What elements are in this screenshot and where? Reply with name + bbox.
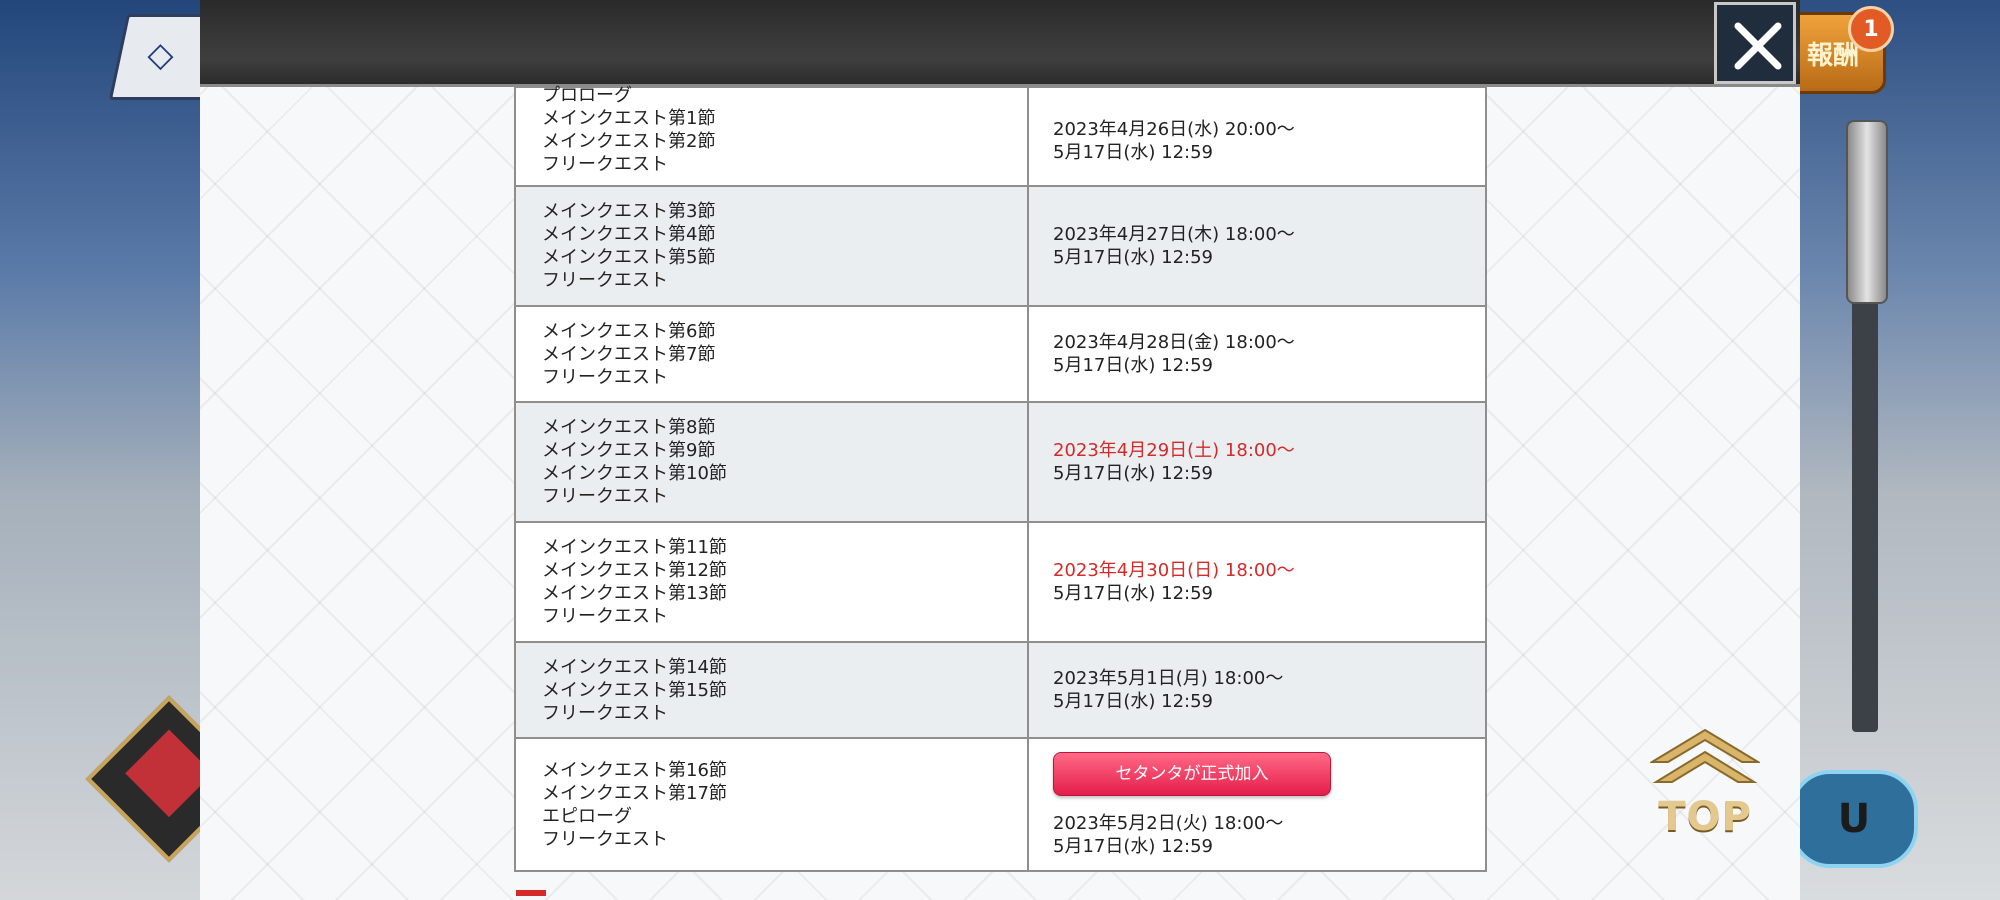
close-button[interactable] xyxy=(1714,2,1796,84)
quest-cell: メインクエスト第6節 メインクエスト第7節 フリークエスト xyxy=(514,305,1029,403)
quest-name: メインクエスト第13節 xyxy=(542,583,727,604)
close-date: 5月17日(水) 12:59 xyxy=(1053,355,1213,376)
schedule-table: プロローグ メインクエスト第1節 メインクエスト第2節 フリークエスト 2023… xyxy=(514,84,1487,872)
quest-name: フリークエスト xyxy=(542,606,668,627)
scroll-to-top-button[interactable]: TOP xyxy=(1650,728,1760,840)
date-cell: 2023年4月30日(日) 18:00〜 5月17日(水) 12:59 xyxy=(1027,521,1487,643)
close-date: 5月17日(水) 12:59 xyxy=(1053,583,1213,604)
character-join-badge[interactable]: セタンタが正式加入 xyxy=(1053,751,1331,796)
menu-button[interactable]: U xyxy=(1790,770,1918,868)
quest-name: メインクエスト第4節 xyxy=(542,224,716,245)
modal-header-bar xyxy=(200,0,1800,87)
clipped-note-fragment xyxy=(516,890,546,896)
quest-name: メインクエスト第12節 xyxy=(542,560,727,581)
quest-cell: プロローグ メインクエスト第1節 メインクエスト第2節 フリークエスト xyxy=(514,84,1029,187)
quest-cell: メインクエスト第14節 メインクエスト第15節 フリークエスト xyxy=(514,641,1029,739)
close-date: 5月17日(水) 12:59 xyxy=(1053,247,1213,268)
date-cell: セタンタが正式加入 2023年5月2日(火) 18:00〜 5月17日(水) 1… xyxy=(1027,737,1487,872)
quest-name: メインクエスト第15節 xyxy=(542,679,727,701)
open-date: 2023年4月26日(水) 20:00〜 xyxy=(1053,118,1295,140)
date-cell: 2023年4月28日(金) 18:00〜 5月17日(水) 12:59 xyxy=(1027,305,1487,403)
quest-cell: メインクエスト第16節 メインクエスト第17節 エピローグ フリークエスト xyxy=(514,737,1029,872)
quest-name: メインクエスト第11節 xyxy=(542,537,727,558)
quest-name: メインクエスト第14節 xyxy=(542,656,727,678)
quest-name: フリークエスト xyxy=(542,486,668,507)
top-label: TOP xyxy=(1658,794,1752,840)
quest-name: フリークエスト xyxy=(542,366,668,388)
quest-cell: メインクエスト第3節 メインクエスト第4節 メインクエスト第5節 フリークエスト xyxy=(514,185,1029,307)
quest-name: メインクエスト第3節 xyxy=(542,201,716,222)
quest-name: メインクエスト第10節 xyxy=(542,463,727,484)
open-date-highlight: 2023年4月30日(日) 18:00〜 xyxy=(1053,560,1295,581)
quest-name: メインクエスト第5節 xyxy=(542,247,716,268)
table-row: プロローグ メインクエスト第1節 メインクエスト第2節 フリークエスト 2023… xyxy=(514,84,1487,187)
quest-name: メインクエスト第1節 xyxy=(542,107,716,129)
quest-name: プロローグ xyxy=(542,84,632,106)
quest-name: メインクエスト第2節 xyxy=(542,130,716,152)
open-date: 2023年4月28日(金) 18:00〜 xyxy=(1053,332,1295,353)
table-row: メインクエスト第11節 メインクエスト第12節 メインクエスト第13節 フリーク… xyxy=(514,521,1487,643)
table-row: メインクエスト第6節 メインクエスト第7節 フリークエスト 2023年4月28日… xyxy=(514,305,1487,403)
date-cell: 2023年5月1日(月) 18:00〜 5月17日(水) 12:59 xyxy=(1027,641,1487,739)
close-date: 5月17日(水) 12:59 xyxy=(1053,463,1213,484)
quest-name: メインクエスト第8節 xyxy=(542,417,716,438)
quest-name: メインクエスト第17節 xyxy=(542,782,727,804)
quest-name: メインクエスト第7節 xyxy=(542,343,716,365)
open-date: 2023年5月1日(月) 18:00〜 xyxy=(1053,668,1284,689)
quest-name: フリークエスト xyxy=(542,153,668,175)
date-cell: 2023年4月26日(水) 20:00〜 5月17日(水) 12:59 xyxy=(1027,86,1487,187)
quest-name: メインクエスト第6節 xyxy=(542,320,716,342)
quest-name: フリークエスト xyxy=(542,828,668,850)
quest-cell: メインクエスト第11節 メインクエスト第12節 メインクエスト第13節 フリーク… xyxy=(514,521,1029,643)
table-row: メインクエスト第16節 メインクエスト第17節 エピローグ フリークエスト セタ… xyxy=(514,737,1487,872)
open-date: 2023年4月27日(木) 18:00〜 xyxy=(1053,224,1295,245)
quest-name: メインクエスト第16節 xyxy=(542,759,727,781)
reward-count-badge: 1 xyxy=(1848,6,1894,52)
back-icon: ◇ xyxy=(147,35,174,75)
open-date: 2023年5月2日(火) 18:00〜 xyxy=(1053,812,1284,834)
table-row: メインクエスト第14節 メインクエスト第15節 フリークエスト 2023年5月1… xyxy=(514,641,1487,739)
close-date: 5月17日(水) 12:59 xyxy=(1053,835,1213,857)
quest-name: フリークエスト xyxy=(542,702,668,724)
close-x-icon xyxy=(1734,22,1782,70)
quest-name: エピローグ xyxy=(542,805,632,827)
date-cell: 2023年4月29日(土) 18:00〜 5月17日(水) 12:59 xyxy=(1027,401,1487,523)
quest-name: フリークエスト xyxy=(542,270,668,291)
date-cell: 2023年4月27日(木) 18:00〜 5月17日(水) 12:59 xyxy=(1027,185,1487,307)
scrollbar-thumb[interactable] xyxy=(1846,120,1888,304)
quest-cell: メインクエスト第8節 メインクエスト第9節 メインクエスト第10節 フリークエス… xyxy=(514,401,1029,523)
open-date-highlight: 2023年4月29日(土) 18:00〜 xyxy=(1053,440,1295,461)
table-row: メインクエスト第8節 メインクエスト第9節 メインクエスト第10節 フリークエス… xyxy=(514,401,1487,523)
background-right xyxy=(1800,0,2000,900)
table-row: メインクエスト第3節 メインクエスト第4節 メインクエスト第5節 フリークエスト… xyxy=(514,185,1487,307)
close-date: 5月17日(水) 12:59 xyxy=(1053,141,1213,163)
chevron-up-icon xyxy=(1650,728,1760,783)
close-date: 5月17日(水) 12:59 xyxy=(1053,691,1213,712)
quest-name: メインクエスト第9節 xyxy=(542,440,716,461)
